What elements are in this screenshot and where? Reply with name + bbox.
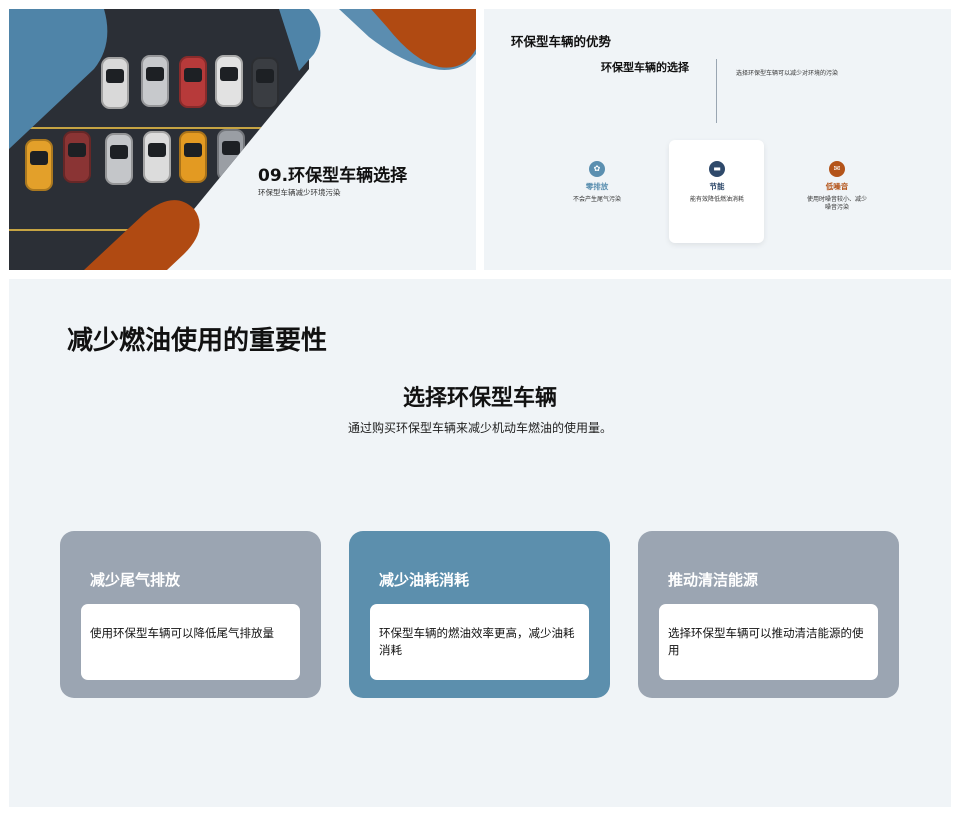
feature-label: 节能 bbox=[709, 182, 725, 191]
card-title: 减少油耗消耗 bbox=[379, 571, 470, 589]
feature-desc: 能有效降低燃油消耗 bbox=[689, 196, 744, 203]
slide-title: 环保型车辆的优势 bbox=[511, 34, 612, 49]
slide-thumbnail-1[interactable]: 09.环保型车辆选择 环保型车辆减少环境污染 bbox=[9, 9, 476, 270]
gear-icon: ✿ bbox=[589, 161, 605, 177]
decorative-shapes bbox=[9, 9, 476, 270]
feature-desc: 使用时噪音较小、减少噪音污染 bbox=[806, 196, 867, 211]
feature-desc: 不会产生尾气污染 bbox=[572, 196, 621, 203]
slide-main[interactable]: 减少燃油使用的重要性 选择环保型车辆 通过购买环保型车辆来减少机动车燃油的使用量… bbox=[9, 279, 951, 807]
card-icon: ▬ bbox=[709, 161, 725, 177]
feature-low-noise: ✉ 低噪音 使用时噪音较小、减少噪音污染 bbox=[797, 161, 877, 212]
card-body: 选择环保型车辆可以推动清洁能源的使用 bbox=[659, 604, 878, 680]
feature-label: 零排放 bbox=[585, 182, 609, 191]
feature-label: 低噪音 bbox=[825, 182, 849, 191]
section-note: 选择环保型车辆可以减少对环境的污染 bbox=[736, 70, 839, 77]
section-intro: 通过购买环保型车辆来减少机动车燃油的使用量。 bbox=[347, 421, 612, 435]
slide-title: 09.环保型车辆选择 bbox=[258, 166, 408, 186]
card-title: 推动清洁能源 bbox=[668, 571, 759, 589]
divider bbox=[716, 59, 717, 123]
card-reduce-fuel: 减少油耗消耗 环保型车辆的燃油效率更高，减少油耗消耗 bbox=[349, 531, 610, 698]
feature-zero-emission: ✿ 零排放 不会产生尾气污染 bbox=[557, 161, 637, 204]
section-heading: 选择环保型车辆 bbox=[402, 386, 557, 411]
card-reduce-emissions: 减少尾气排放 使用环保型车辆可以降低尾气排放量 bbox=[60, 531, 321, 698]
slide-subtitle: 环保型车辆减少环境污染 bbox=[258, 188, 341, 197]
slide-thumbnail-2[interactable]: 环保型车辆的优势 环保型车辆的选择 选择环保型车辆可以减少对环境的污染 ✿ 零排… bbox=[484, 9, 951, 270]
slide-title: 减少燃油使用的重要性 bbox=[67, 326, 328, 356]
card-body: 环保型车辆的燃油效率更高，减少油耗消耗 bbox=[370, 604, 589, 680]
card-body: 使用环保型车辆可以降低尾气排放量 bbox=[81, 604, 300, 680]
card-title: 减少尾气排放 bbox=[90, 571, 181, 589]
mail-icon: ✉ bbox=[829, 161, 845, 177]
feature-energy-saving: ▬ 节能 能有效降低燃油消耗 bbox=[677, 161, 757, 204]
section-heading: 环保型车辆的选择 bbox=[601, 61, 689, 74]
card-clean-energy: 推动清洁能源 选择环保型车辆可以推动清洁能源的使用 bbox=[638, 531, 899, 698]
